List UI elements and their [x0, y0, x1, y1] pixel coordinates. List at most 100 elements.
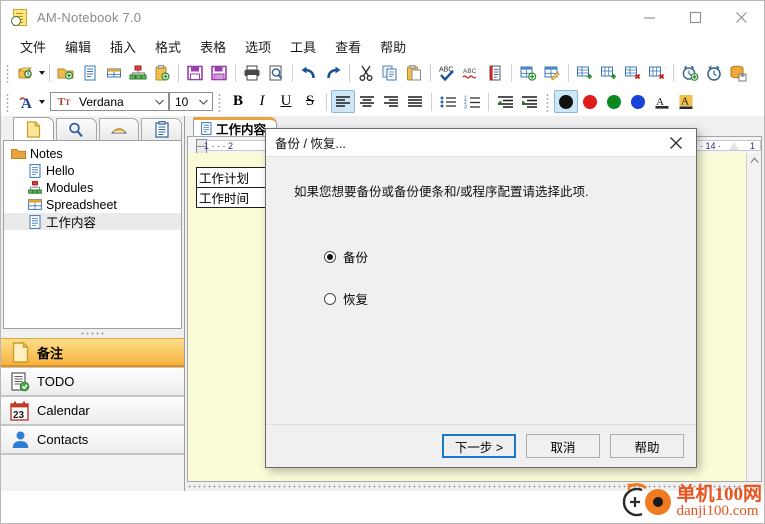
redo-icon[interactable] [321, 62, 345, 85]
horizontal-scrollbar[interactable] [185, 482, 764, 491]
backup-database-icon[interactable] [726, 62, 750, 85]
spell-check-icon[interactable]: ABC [435, 62, 459, 85]
tree-item-worknote[interactable]: 工作内容 [4, 213, 181, 230]
insert-table-icon[interactable] [516, 62, 540, 85]
text-highlight-icon[interactable]: A [674, 90, 698, 113]
save-all-icon[interactable] [207, 62, 231, 85]
notes-tree[interactable]: Notes Hello Modules Spreadsheet 工作内容 [3, 140, 182, 329]
font-name-chevron-down-icon[interactable] [151, 99, 168, 105]
help-button[interactable]: 帮助 [610, 434, 684, 458]
dialog-body: 如果您想要备份或备份便条和/或程序配置请选择此项. 备份 恢复 [266, 157, 696, 424]
sidebar-tab-clipboard[interactable] [141, 118, 182, 140]
color-black-dot-icon [559, 94, 573, 109]
cut-icon[interactable] [354, 62, 378, 85]
strikethrough-button[interactable]: S [298, 90, 322, 113]
next-button[interactable]: 下一步 > [442, 434, 516, 458]
maximize-button[interactable] [672, 1, 718, 33]
add-alarm-icon[interactable] [678, 62, 702, 85]
font-size-chevron-down-icon[interactable] [195, 99, 212, 105]
new-diagram-note-icon[interactable] [126, 62, 150, 85]
toolbar-grip[interactable] [545, 91, 552, 112]
menu-edit[interactable]: 编辑 [56, 34, 100, 59]
numbered-list-icon[interactable]: 1 2 3 [460, 90, 484, 113]
color-red-swatch[interactable] [578, 90, 602, 113]
sidebar-item-notes[interactable]: 备注 [1, 338, 184, 367]
minimize-button[interactable] [626, 1, 672, 33]
print-preview-icon[interactable] [264, 62, 288, 85]
new-folder-icon[interactable] [54, 62, 78, 85]
save-icon[interactable] [183, 62, 207, 85]
new-text-note-icon[interactable] [78, 62, 102, 85]
menu-format[interactable]: 格式 [146, 34, 190, 59]
font-name-combo[interactable]: TT Verdana [50, 92, 169, 111]
sidebar-tab-notes[interactable] [13, 117, 54, 140]
delete-column-icon[interactable] [645, 62, 669, 85]
delete-row-icon[interactable] [621, 62, 645, 85]
tree-item-spreadsheet[interactable]: Spreadsheet [4, 196, 181, 213]
copy-icon[interactable] [378, 62, 402, 85]
dialog-close-button[interactable] [656, 129, 696, 156]
bold-button[interactable]: B [226, 90, 250, 113]
new-note-caret-icon[interactable] [39, 71, 45, 75]
radio-restore-row[interactable]: 恢复 [324, 284, 668, 314]
svg-text:ABC: ABC [463, 68, 477, 75]
auto-correct-icon[interactable]: ABC [459, 62, 483, 85]
svg-text:23: 23 [13, 410, 25, 421]
align-center-icon[interactable] [355, 90, 379, 113]
font-color-icon[interactable]: A [650, 90, 674, 113]
font-size-combo[interactable]: 10 [169, 92, 213, 111]
decrease-indent-icon[interactable] [493, 90, 517, 113]
undo-icon[interactable] [297, 62, 321, 85]
align-right-icon[interactable] [379, 90, 403, 113]
new-note-dropdown-icon[interactable] [14, 62, 38, 85]
insert-column-icon[interactable] [597, 62, 621, 85]
radio-backup-row[interactable]: 备份 [324, 242, 668, 272]
menu-help[interactable]: 帮助 [371, 34, 415, 59]
vertical-scrollbar[interactable] [746, 153, 761, 481]
menu-view[interactable]: 查看 [326, 34, 370, 59]
spreadsheet-note-icon [26, 199, 43, 210]
menu-tools[interactable]: 工具 [281, 34, 325, 59]
new-spreadsheet-note-icon[interactable] [102, 62, 126, 85]
tree-item-modules[interactable]: Modules [4, 179, 181, 196]
scroll-up-arrow-icon[interactable] [747, 153, 761, 167]
radio-restore[interactable] [324, 292, 336, 305]
underline-button[interactable]: U [274, 90, 298, 113]
increase-indent-icon[interactable] [517, 90, 541, 113]
color-blue-swatch[interactable] [626, 90, 650, 113]
sidebar-item-calendar[interactable]: 23 Calendar [1, 396, 184, 425]
sidebar-splitter[interactable] [1, 329, 184, 338]
menu-file[interactable]: 文件 [11, 34, 55, 59]
sidebar-item-contacts[interactable]: Contacts [1, 425, 184, 454]
sidebar-tab-highlighter[interactable] [98, 118, 140, 140]
menu-table[interactable]: 表格 [191, 34, 235, 59]
print-icon[interactable] [240, 62, 264, 85]
menu-options[interactable]: 选项 [236, 34, 280, 59]
ruler-right-indent-marker[interactable] [729, 142, 739, 150]
cancel-button[interactable]: 取消 [526, 434, 600, 458]
paste-icon[interactable] [402, 62, 426, 85]
close-button[interactable] [718, 1, 764, 33]
bullet-list-icon[interactable] [436, 90, 460, 113]
italic-button[interactable]: I [250, 90, 274, 113]
alarm-icon[interactable] [702, 62, 726, 85]
toolbar-grip[interactable] [5, 91, 12, 112]
font-style-caret-icon[interactable] [39, 99, 45, 104]
color-green-swatch[interactable] [602, 90, 626, 113]
sidebar-item-todo[interactable]: TODO [1, 367, 184, 396]
insert-row-icon[interactable] [573, 62, 597, 85]
tree-item-hello[interactable]: Hello [4, 162, 181, 179]
sidebar-tab-search[interactable] [55, 118, 97, 140]
edit-table-icon[interactable] [540, 62, 564, 85]
word-count-icon[interactable] [483, 62, 507, 85]
radio-backup[interactable] [324, 250, 336, 263]
align-justify-icon[interactable] [403, 90, 427, 113]
tree-item-notes[interactable]: Notes [4, 145, 181, 162]
menu-insert[interactable]: 插入 [101, 34, 145, 59]
new-clipboard-note-icon[interactable] [150, 62, 174, 85]
align-left-icon[interactable] [331, 90, 355, 113]
color-black-swatch[interactable] [554, 90, 578, 113]
toolbar-grip[interactable] [217, 91, 224, 112]
font-style-dropdown-icon[interactable]: A [14, 90, 38, 113]
toolbar-grip[interactable] [5, 63, 12, 83]
